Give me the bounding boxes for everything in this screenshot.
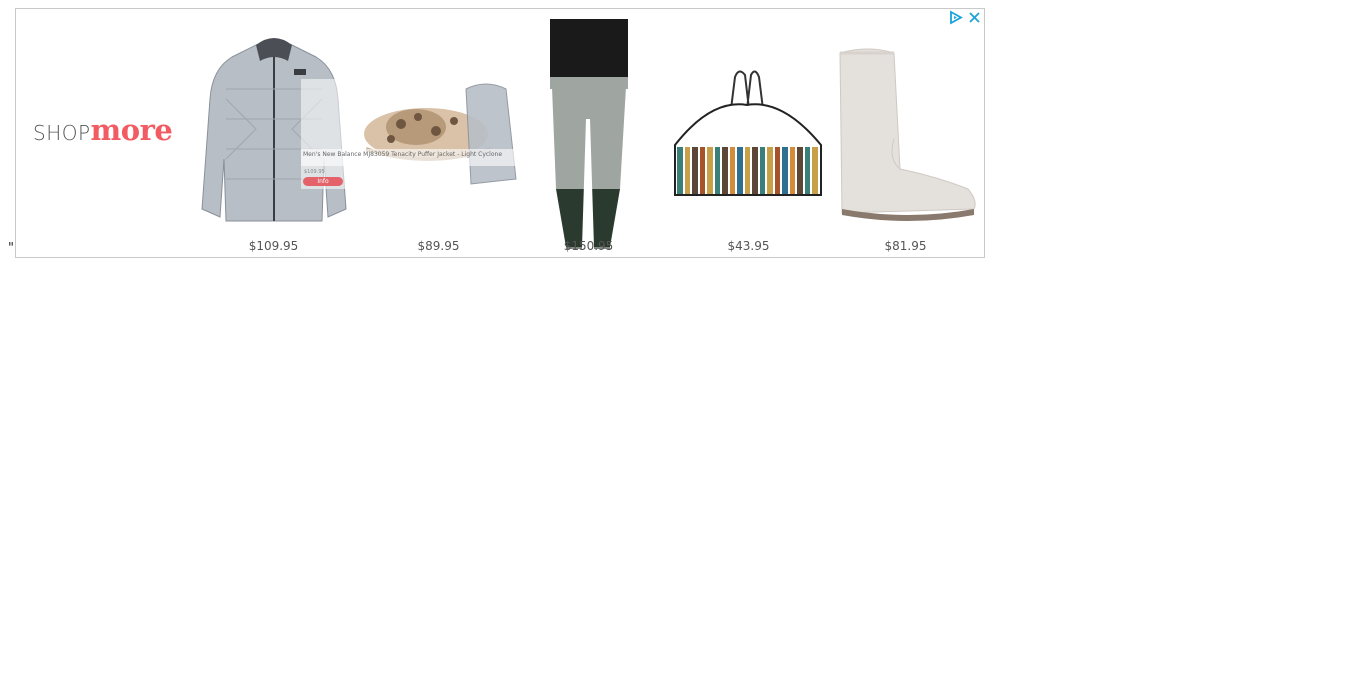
bikini-image [674,70,822,196]
product-card-pants[interactable]: $150.95 [536,9,641,257]
pants-image [550,19,628,249]
product-price: $89.95 [417,239,460,253]
product-price: $43.95 [727,239,770,253]
tooltip-price: $109.95 [304,169,325,175]
shopping-ad-banner[interactable]: SHOP more $109.95 $89.95 $150.95 $43.95 … [15,8,985,258]
product-price: $150.95 [563,239,614,253]
product-price: $109.95 [248,239,299,253]
stray-quote-char: " [8,241,14,256]
tooltip-title: Men's New Balance MJ83059 Tenacity Puffe… [303,151,503,158]
product-card-slippers[interactable]: $89.95 [356,9,521,257]
product-card-boots[interactable]: $81.95 [828,9,983,257]
logo-shop-text: SHOP [33,121,91,145]
product-hover-tooltip: Men's New Balance MJ83059 Tenacity Puffe… [301,79,515,189]
slippers-image [364,83,517,185]
logo-more-text: more [90,113,173,147]
info-button[interactable]: Info [303,177,343,186]
product-card-bikini[interactable]: $43.95 [671,9,826,257]
shopmore-logo[interactable]: SHOP more [33,113,183,149]
boots-image [839,48,976,221]
product-price: $81.95 [884,239,927,253]
